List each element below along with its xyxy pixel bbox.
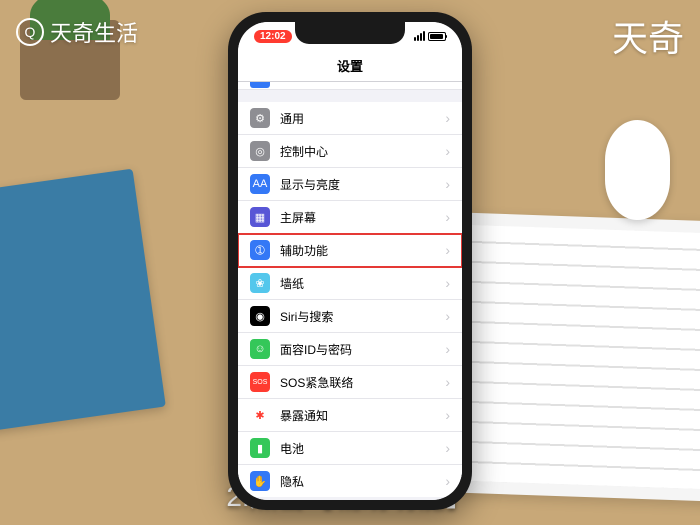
battery-icon (428, 32, 446, 41)
row-label: 通用 (280, 110, 445, 127)
chevron-right-icon: › (445, 275, 450, 291)
chevron-right-icon: › (445, 473, 450, 489)
siri-icon: ◉ (250, 306, 270, 326)
row-label: 电池 (280, 440, 445, 457)
phone-screen: 12:02 设置 ⚙通用›◎控制中心›AA显示与亮度›▦主屏幕›➀辅助功能›❀墙… (238, 22, 462, 500)
sos-icon: SOS (250, 372, 270, 392)
row-label: 面容ID与密码 (280, 341, 445, 358)
chevron-right-icon: › (445, 209, 450, 225)
chevron-right-icon: › (445, 407, 450, 423)
row-label: 墙纸 (280, 275, 445, 292)
settings-row-gear[interactable]: ⚙ 通用› (238, 102, 462, 135)
row-label: 辅助功能 (280, 242, 445, 259)
chevron-right-icon: › (445, 242, 450, 258)
chevron-right-icon: › (445, 341, 450, 357)
settings-row-accessibility[interactable]: ➀ 辅助功能› (238, 234, 462, 267)
settings-row-exposure[interactable]: ✱ 暴露通知› (238, 399, 462, 432)
chevron-right-icon: › (445, 176, 450, 192)
watermark-left: Q 天奇生活 (16, 16, 138, 48)
settings-content[interactable]: ⚙通用›◎控制中心›AA显示与亮度›▦主屏幕›➀辅助功能›❀墙纸›◉Siri与搜… (238, 82, 462, 500)
settings-row-sos[interactable]: SOS SOS紧急联络› (238, 366, 462, 399)
settings-group: ⚙通用›◎控制中心›AA显示与亮度›▦主屏幕›➀辅助功能›❀墙纸›◉Siri与搜… (238, 102, 462, 497)
chevron-right-icon: › (445, 374, 450, 390)
status-right (414, 31, 446, 41)
status-time: 12:02 (254, 30, 292, 43)
chevron-right-icon: › (445, 143, 450, 159)
chevron-right-icon: › (445, 308, 450, 324)
battery-icon: ▮ (250, 438, 270, 458)
notch (295, 22, 405, 44)
wallpaper-icon: ❀ (250, 273, 270, 293)
nav-title: 设置 (337, 56, 363, 75)
exposure-icon: ✱ (250, 405, 270, 425)
row-label: 主屏幕 (280, 209, 445, 226)
control-center-icon: ◎ (250, 141, 270, 161)
gear-icon: ⚙ (250, 108, 270, 128)
watermark-right: 天奇 (612, 10, 684, 62)
settings-row-home-screen[interactable]: ▦ 主屏幕› (238, 201, 462, 234)
row-label: SOS紧急联络 (280, 374, 445, 391)
accessibility-icon: ➀ (250, 240, 270, 260)
notebook-decor (0, 169, 166, 432)
phone-frame: 12:02 设置 ⚙通用›◎控制中心›AA显示与亮度›▦主屏幕›➀辅助功能›❀墙… (228, 12, 472, 510)
display-icon: AA (250, 174, 270, 194)
settings-row-faceid[interactable]: ☺ 面容ID与密码› (238, 333, 462, 366)
row-label: 隐私 (280, 473, 445, 490)
signal-icon (414, 31, 425, 41)
mouse-decor (605, 120, 670, 220)
privacy-icon: ✋ (250, 471, 270, 491)
settings-row-display[interactable]: AA 显示与亮度› (238, 168, 462, 201)
settings-row-privacy[interactable]: ✋ 隐私› (238, 465, 462, 497)
row-label: 控制中心 (280, 143, 445, 160)
settings-row-control-center[interactable]: ◎ 控制中心› (238, 135, 462, 168)
faceid-icon: ☺ (250, 339, 270, 359)
home-screen-icon: ▦ (250, 207, 270, 227)
row-label: 显示与亮度 (280, 176, 445, 193)
nav-bar: 设置 (238, 50, 462, 82)
chevron-right-icon: › (445, 440, 450, 456)
settings-row-wallpaper[interactable]: ❀ 墙纸› (238, 267, 462, 300)
settings-row-siri[interactable]: ◉ Siri与搜索› (238, 300, 462, 333)
chevron-right-icon: › (445, 110, 450, 126)
row-label: Siri与搜索 (280, 308, 445, 325)
row-label: 暴露通知 (280, 407, 445, 424)
watermark-logo-icon: Q (16, 18, 44, 46)
watermark-left-text: 天奇生活 (50, 16, 138, 48)
settings-row-battery[interactable]: ▮ 电池› (238, 432, 462, 465)
partial-row-top (238, 82, 462, 90)
